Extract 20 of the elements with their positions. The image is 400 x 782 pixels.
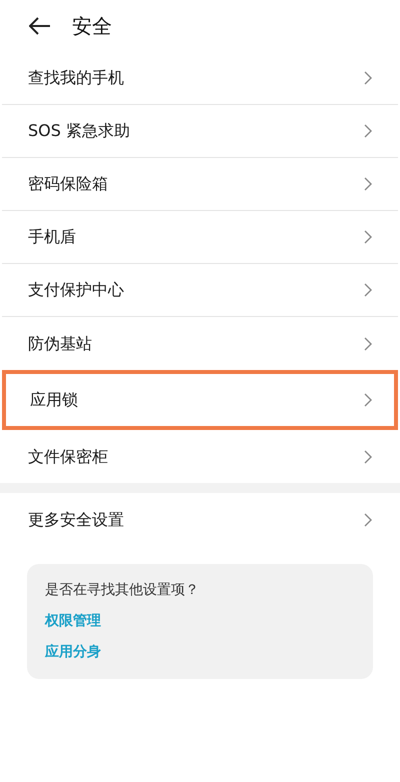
suggestion-question: 是否在寻找其他设置项？ — [45, 581, 200, 600]
settings-item[interactable]: 更多安全设置 — [2, 493, 398, 546]
chevron-right-icon — [364, 336, 372, 350]
chevron-right-icon — [364, 124, 372, 138]
settings-item[interactable]: SOS 紧急求助 — [2, 105, 398, 158]
page-title: 安全 — [72, 13, 112, 40]
chevron-right-icon — [364, 177, 372, 191]
settings-item[interactable]: 手机盾 — [2, 211, 398, 264]
settings-item[interactable]: 文件保密柜 — [2, 430, 398, 483]
settings-item[interactable]: 支付保护中心 — [2, 264, 398, 317]
chevron-right-icon — [364, 71, 372, 85]
settings-item[interactable]: 应用锁 — [2, 370, 398, 430]
settings-item[interactable]: 查找我的手机 — [2, 52, 398, 105]
chevron-right-icon — [364, 393, 372, 407]
chevron-right-icon — [364, 512, 372, 526]
settings-item[interactable]: 防伪基站 — [2, 317, 398, 370]
chevron-right-icon — [364, 230, 372, 244]
chevron-right-icon — [364, 450, 372, 464]
chevron-right-icon — [364, 283, 372, 297]
settings-item[interactable]: 密码保险箱 — [2, 158, 398, 211]
